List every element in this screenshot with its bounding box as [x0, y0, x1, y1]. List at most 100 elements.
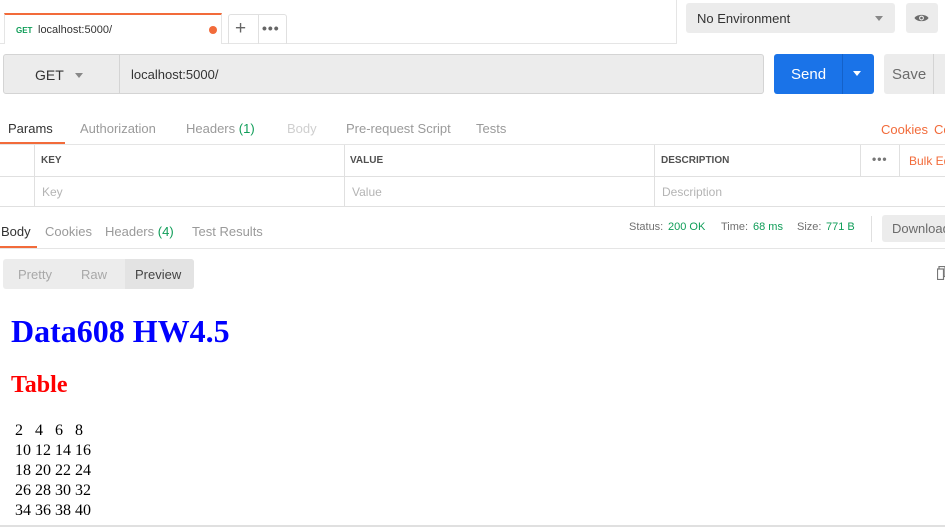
environment-quick-look-button[interactable] — [906, 3, 938, 33]
param-key-input[interactable] — [35, 177, 344, 206]
view-mode-toggle: Pretty Raw Preview — [3, 259, 194, 289]
size-value[interactable]: 771 B — [826, 221, 855, 233]
chevron-down-icon — [75, 73, 83, 78]
table-cell: 38 — [55, 502, 71, 519]
table-row: 2 4 6 8 — [14, 421, 92, 441]
request-tab-url: localhost:5000/ — [38, 24, 112, 36]
preview-subheading: Table — [11, 372, 68, 398]
tab-response-cookies[interactable]: Cookies — [45, 224, 92, 239]
table-cell: 12 — [35, 442, 51, 459]
unsaved-changes-dot — [209, 26, 217, 34]
table-row: 10 12 14 16 — [14, 441, 92, 461]
status-label: Status: — [629, 221, 664, 233]
column-header-value: VALUE — [350, 155, 384, 166]
request-tab[interactable]: GET localhost:5000/ — [4, 13, 222, 44]
tab-response-body[interactable]: Body — [1, 224, 31, 239]
preview-heading: Data608 HW4.5 — [11, 313, 230, 349]
status-value[interactable]: 200 OK — [668, 221, 705, 233]
tab-label: Headers — [105, 224, 155, 239]
tab-label: Authorization — [80, 121, 156, 136]
method-select-label: GET — [35, 67, 64, 83]
copy-icon[interactable] — [937, 266, 945, 280]
tab-body: Body — [287, 121, 317, 136]
table-cell: 8 — [75, 422, 83, 439]
table-cell: 36 — [35, 502, 51, 519]
table-cell: 26 — [15, 482, 31, 499]
tab-response-headers[interactable]: Headers (4) — [105, 224, 174, 239]
param-value-input[interactable] — [345, 177, 654, 206]
table-cell: 28 — [35, 482, 51, 499]
tab-params[interactable]: Params — [8, 121, 53, 136]
code-link[interactable]: Co — [934, 122, 945, 137]
table-cell: 16 — [75, 442, 91, 459]
request-tab-method: GET — [16, 26, 33, 35]
column-header-description: DESCRIPTION — [661, 155, 730, 166]
send-button[interactable]: Send — [774, 54, 874, 94]
more-dots-icon[interactable]: ••• — [262, 20, 280, 36]
divider — [860, 145, 861, 176]
download-button[interactable]: Download — [882, 215, 945, 242]
time-label: Time: — [721, 221, 749, 233]
table-cell: 32 — [75, 482, 91, 499]
tab-headers[interactable]: Headers (1) — [186, 121, 255, 136]
table-cell: 20 — [35, 462, 51, 479]
chevron-down-icon[interactable] — [853, 71, 861, 76]
table-row: 26 28 30 32 — [14, 481, 92, 501]
table-cell: 40 — [75, 502, 91, 519]
url-input[interactable] — [119, 54, 764, 94]
view-mode-pretty[interactable]: Pretty — [18, 267, 52, 282]
cookies-link[interactable]: Cookies — [881, 122, 928, 137]
method-select[interactable]: GET — [3, 54, 120, 94]
tab-label: Headers — [186, 121, 236, 136]
plus-icon[interactable]: + — [235, 18, 246, 40]
tab-label: Body — [1, 224, 31, 239]
bulk-edit-link[interactable]: Bulk Ed — [909, 154, 945, 168]
table-cell: 10 — [15, 442, 31, 459]
tab-count: (1) — [238, 121, 255, 136]
tab-label: Tests — [476, 121, 507, 136]
tab-label: Body — [287, 121, 317, 136]
table-cell: 6 — [55, 422, 63, 439]
divider — [676, 0, 677, 44]
table-cell: 30 — [55, 482, 71, 499]
environment-select-label: No Environment — [697, 11, 791, 26]
more-dots-icon[interactable]: ••• — [872, 152, 888, 166]
view-mode-preview[interactable]: Preview — [135, 267, 181, 282]
tab-label: Test Results — [192, 224, 263, 239]
send-button-label: Send — [791, 66, 827, 83]
chevron-down-icon — [875, 16, 883, 21]
size-label: Size: — [797, 221, 822, 233]
eye-icon — [914, 14, 929, 22]
table-cell: 18 — [15, 462, 31, 479]
param-description-input[interactable] — [655, 177, 945, 206]
table-cell: 22 — [55, 462, 71, 479]
table-row: 34 36 38 40 — [14, 501, 92, 521]
save-button-label: Save — [892, 66, 927, 83]
table-cell: 4 — [35, 422, 43, 439]
divider — [933, 54, 934, 94]
tab-label: Cookies — [45, 224, 92, 239]
tab-authorization[interactable]: Authorization — [80, 121, 156, 136]
tab-count: (4) — [157, 224, 174, 239]
divider — [899, 145, 900, 176]
tab-test-results[interactable]: Test Results — [192, 224, 263, 239]
column-header-key: KEY — [41, 155, 62, 166]
save-button[interactable]: Save — [884, 54, 945, 94]
table-cell: 34 — [15, 502, 31, 519]
tab-pre-request-script[interactable]: Pre-request Script — [346, 121, 451, 136]
divider — [842, 54, 843, 94]
table-row: 18 20 22 24 — [14, 461, 92, 481]
table-cell: 2 — [15, 422, 23, 439]
tab-tests[interactable]: Tests — [476, 121, 506, 136]
environment-select[interactable]: No Environment — [686, 3, 895, 33]
table-cell: 14 — [55, 442, 71, 459]
params-table: KEY VALUE DESCRIPTION ••• Bulk Ed — [0, 145, 945, 207]
divider — [258, 15, 259, 44]
time-value[interactable]: 68 ms — [753, 221, 783, 233]
divider — [0, 248, 945, 249]
divider — [871, 216, 872, 242]
tab-actions: + ••• — [228, 14, 287, 44]
tab-label: Params — [8, 121, 53, 136]
view-mode-raw[interactable]: Raw — [81, 267, 107, 282]
table-cell: 24 — [75, 462, 91, 479]
